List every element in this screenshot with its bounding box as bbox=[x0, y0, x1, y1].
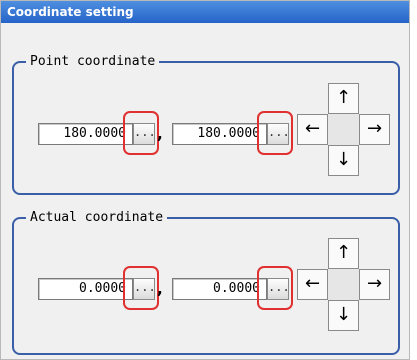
actual-down-arrow-button[interactable]: ↓ bbox=[328, 300, 359, 331]
actual-coordinate-group: Actual coordinate 0.0000 ... , 0.0000 ..… bbox=[12, 209, 400, 355]
coordinate-setting-dialog: Coordinate setting Point coordinate 180.… bbox=[0, 0, 410, 360]
actual-x-highlight bbox=[123, 266, 159, 310]
actual-coordinate-label: Actual coordinate bbox=[26, 209, 168, 227]
point-down-arrow-button[interactable]: ↓ bbox=[328, 145, 359, 176]
actual-x-field[interactable]: 0.0000 bbox=[38, 278, 133, 300]
point-y-field[interactable]: 180.0000 bbox=[172, 123, 267, 145]
actual-left-arrow-button[interactable]: ← bbox=[297, 269, 328, 300]
actual-separator: , bbox=[157, 280, 163, 298]
dialog-title: Coordinate setting bbox=[1, 1, 409, 23]
point-x-highlight bbox=[123, 111, 159, 155]
actual-arrow-pad-center bbox=[328, 269, 359, 300]
point-up-arrow-button[interactable]: ↑ bbox=[328, 83, 359, 114]
point-y-highlight bbox=[257, 111, 293, 155]
point-right-arrow-button[interactable]: → bbox=[359, 114, 390, 145]
actual-y-highlight bbox=[257, 266, 293, 310]
actual-y-field[interactable]: 0.0000 bbox=[172, 278, 267, 300]
point-coordinate-label: Point coordinate bbox=[26, 53, 160, 71]
actual-right-arrow-button[interactable]: → bbox=[359, 269, 390, 300]
point-x-field[interactable]: 180.0000 bbox=[38, 123, 133, 145]
point-coordinate-group: Point coordinate 180.0000 ... , 180.0000… bbox=[12, 53, 400, 195]
point-separator: , bbox=[157, 125, 163, 143]
actual-up-arrow-button[interactable]: ↑ bbox=[328, 238, 359, 269]
point-arrow-pad-center bbox=[328, 114, 359, 145]
point-left-arrow-button[interactable]: ← bbox=[297, 114, 328, 145]
